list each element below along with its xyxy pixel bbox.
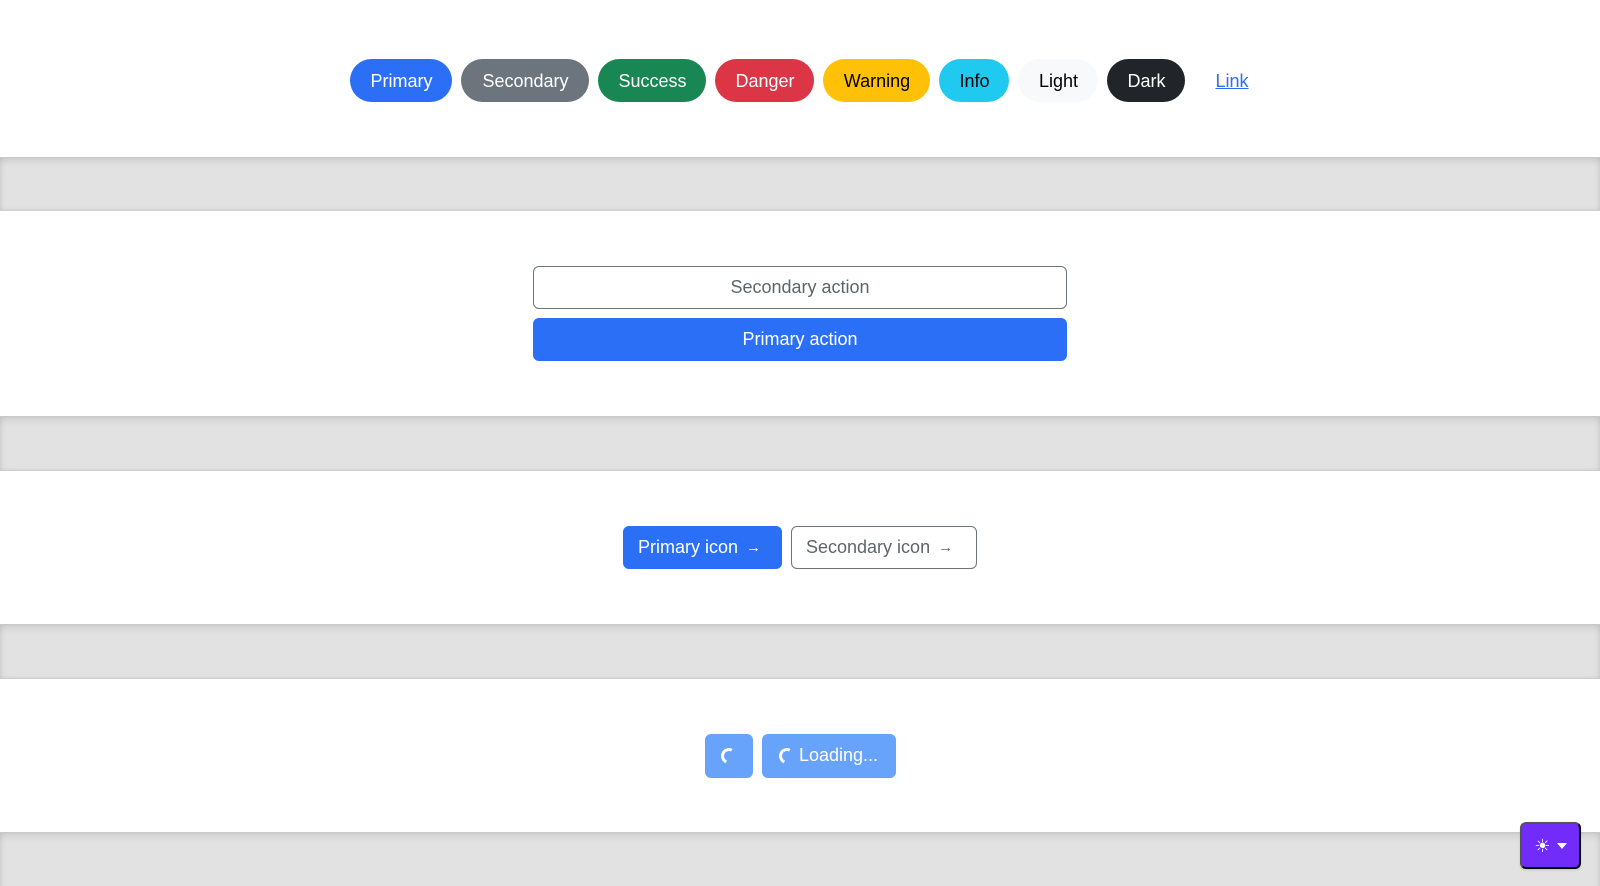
section-divider xyxy=(0,832,1600,886)
success-pill-button[interactable]: Success xyxy=(598,58,707,102)
chevron-down-icon xyxy=(1556,842,1567,849)
secondary-icon-label: Secondary icon xyxy=(806,537,931,557)
section-divider xyxy=(0,157,1600,211)
light-pill-button[interactable]: Light xyxy=(1018,58,1099,102)
spinner-icon xyxy=(718,745,739,766)
section-divider xyxy=(0,416,1600,471)
loading-buttons-section: Loading... xyxy=(0,679,1600,832)
loading-text-button[interactable]: Loading... xyxy=(761,733,896,778)
loading-label: Loading... xyxy=(798,745,879,765)
secondary-pill-button[interactable]: Secondary xyxy=(461,58,590,102)
info-pill-button[interactable]: Info xyxy=(939,58,1010,102)
icon-buttons-row: Primary icon → Secondary icon → xyxy=(623,526,977,569)
link-pill-button[interactable]: Link xyxy=(1194,59,1249,102)
arrow-right-icon: → xyxy=(938,539,954,556)
arrow-right-icon: → xyxy=(746,539,762,556)
primary-icon-button[interactable]: Primary icon → xyxy=(623,526,782,569)
loading-buttons-row: Loading... xyxy=(704,733,896,778)
section-divider xyxy=(0,624,1600,679)
stacked-actions: Secondary action Primary action xyxy=(533,266,1067,361)
primary-pill-button[interactable]: Primary xyxy=(350,58,453,102)
secondary-action-button[interactable]: Secondary action xyxy=(533,266,1067,309)
loading-spinner-button[interactable] xyxy=(704,733,753,778)
sun-icon: ☀ xyxy=(1534,835,1551,856)
primary-action-button[interactable]: Primary action xyxy=(533,318,1067,361)
icon-buttons-section: Primary icon → Secondary icon → xyxy=(0,471,1600,624)
secondary-icon-button[interactable]: Secondary icon → xyxy=(791,526,977,569)
pill-buttons-row: Primary Secondary Success Danger Warning… xyxy=(350,58,1249,102)
warning-pill-button[interactable]: Warning xyxy=(823,58,931,102)
danger-pill-button[interactable]: Danger xyxy=(715,58,815,102)
dark-pill-button[interactable]: Dark xyxy=(1107,58,1186,102)
stacked-actions-section: Secondary action Primary action xyxy=(0,211,1600,416)
primary-icon-label: Primary icon xyxy=(638,537,739,557)
spinner-icon xyxy=(776,745,798,766)
theme-toggle-button[interactable]: ☀ xyxy=(1520,822,1581,869)
pill-buttons-section: Primary Secondary Success Danger Warning… xyxy=(0,0,1600,157)
